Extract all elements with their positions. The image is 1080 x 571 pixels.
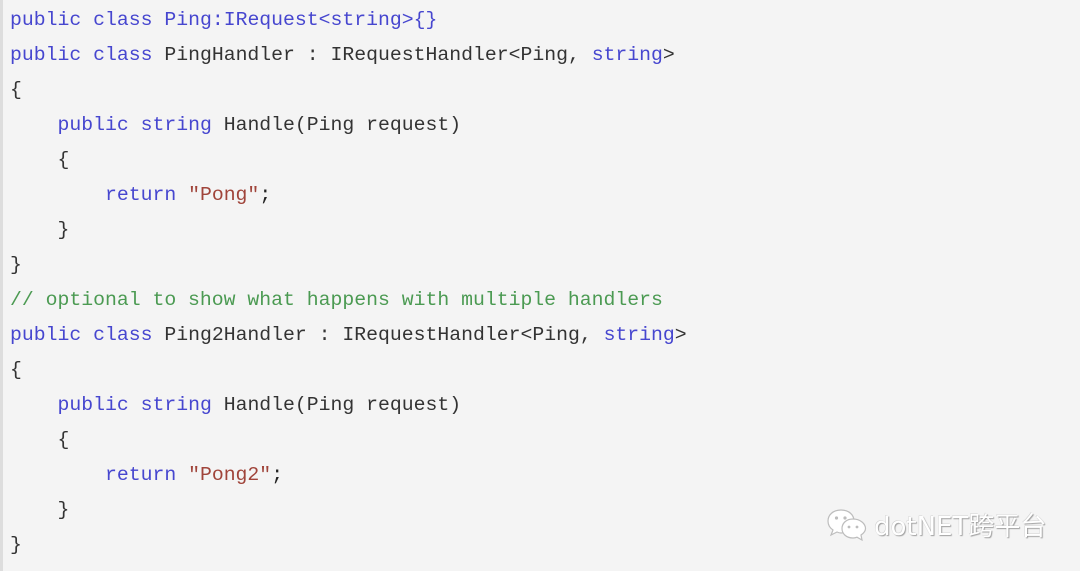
keyword-token: string <box>140 394 212 416</box>
code-token: { <box>10 79 22 101</box>
code-line: public class Ping:IRequest<string>{} <box>10 3 687 38</box>
code-token: { <box>10 429 70 451</box>
code-token: { <box>10 149 70 171</box>
code-token: Handle(Ping request) <box>211 394 462 416</box>
code-line: public class Ping2Handler : IRequestHand… <box>10 318 687 353</box>
wechat-icon <box>826 507 868 541</box>
code-token: { <box>10 359 22 381</box>
comment-token: // optional to show what happens with mu… <box>10 289 663 311</box>
keyword-token: public <box>57 114 129 136</box>
code-line: { <box>10 423 687 458</box>
keyword-token: class <box>93 44 153 66</box>
keyword-token: public <box>10 324 82 346</box>
code-token: > <box>662 44 675 66</box>
keyword-token: return <box>104 184 177 206</box>
code-line: } <box>10 528 687 563</box>
code-line: { <box>10 353 687 388</box>
code-token: > <box>674 324 687 346</box>
code-token: ; <box>271 464 284 486</box>
keyword-token: return <box>104 464 177 486</box>
watermark-text: dotNET跨平台 <box>874 511 1047 542</box>
code-line: public class PingHandler : IRequestHandl… <box>10 38 687 73</box>
code-token: } <box>10 219 70 241</box>
code-line: { <box>10 73 687 108</box>
keyword-token: public <box>10 9 82 31</box>
code-line: return "Pong"; <box>10 178 687 213</box>
code-token: Handle(Ping request) <box>211 114 462 136</box>
code-block: public class Ping:IRequest<string>{} publ… <box>0 0 1080 571</box>
code-line: } <box>10 248 687 283</box>
code-token: } <box>10 534 22 556</box>
code-line: public string Handle(Ping request) <box>10 388 687 423</box>
string-token: "Pong2" <box>188 464 272 486</box>
keyword-token: string <box>140 114 212 136</box>
code-line: // optional to show what happens with mu… <box>10 283 687 318</box>
keyword-token: string <box>591 44 663 66</box>
code-token: } <box>10 254 22 276</box>
keyword-token: Ping:IRequest<string>{} <box>164 9 438 31</box>
code-line: public string Handle(Ping request) <box>10 108 687 143</box>
code-line: return "Pong2"; <box>10 458 687 493</box>
watermark: dotNET跨平台 <box>826 506 1046 542</box>
code-token: } <box>10 499 70 521</box>
code-line: } <box>10 493 687 528</box>
keyword-token: public <box>10 44 82 66</box>
keyword-token: class <box>93 324 153 346</box>
keyword-token: string <box>603 324 675 346</box>
keyword-token: class <box>93 9 153 31</box>
string-token: "Pong" <box>188 184 260 206</box>
code-listing: public class Ping:IRequest<string>{} publ… <box>10 3 687 563</box>
keyword-token: public <box>57 394 129 416</box>
code-line: } <box>10 213 687 248</box>
code-line: { <box>10 143 687 178</box>
code-token: PingHandler : IRequestHandler<Ping, <box>152 44 592 66</box>
code-token: Ping2Handler : IRequestHandler<Ping, <box>152 324 604 346</box>
code-token: ; <box>259 184 272 206</box>
